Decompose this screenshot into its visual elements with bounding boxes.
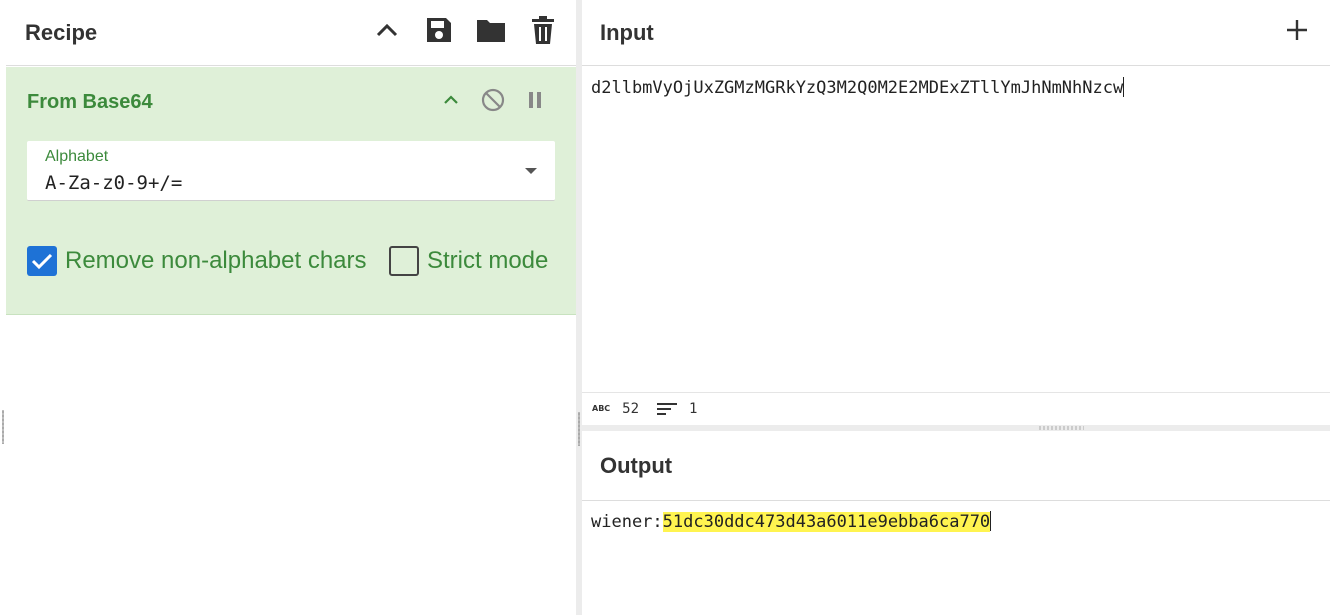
output-pane: Output wiener:51dc30ddc473d43a6011e9ebba… <box>582 431 1330 615</box>
operation-controls <box>438 87 548 113</box>
output-header: Output <box>582 431 1330 501</box>
output-text-area[interactable]: wiener:51dc30ddc473d43a6011e9ebba6ca770 <box>591 511 992 532</box>
character-count-icon: ABC <box>592 404 611 413</box>
alphabet-value: A-Za-z0-9+/= <box>45 172 183 194</box>
recipe-toolbar <box>372 14 558 46</box>
remove-non-alphabet-label: Remove non-alphabet chars <box>65 247 367 274</box>
input-lines-value: 1 <box>689 400 698 417</box>
output-prefix: wiener: <box>591 512 663 532</box>
input-title: Input <box>600 19 654 45</box>
text-caret <box>1123 77 1125 97</box>
output-highlighted-text: 51dc30ddc473d43a6011e9ebba6ca770 <box>662 512 991 532</box>
input-pane: Input d2llbmVyOjUxZGMzMGRkYzQ3M2Q0M2E2MD… <box>582 0 1330 428</box>
input-text: d2llbmVyOjUxZGMzMGRkYzQ3M2Q0M2E2MDExZTll… <box>591 78 1124 98</box>
input-length-stat: ABC 52 <box>592 401 639 417</box>
operation-title: From Base64 <box>27 91 153 113</box>
recipe-header: Recipe <box>6 0 576 66</box>
alphabet-label: Alphabet <box>45 148 109 165</box>
recipe-pane: Recipe From Base64 Alphabet A-Za-z0-9+/=… <box>6 0 576 615</box>
alphabet-dropdown[interactable]: Alphabet A-Za-z0-9+/= <box>27 141 555 201</box>
disable-operation-icon[interactable] <box>480 87 506 113</box>
collapse-chevron-up-icon[interactable] <box>372 14 402 46</box>
add-input-tab-plus-icon[interactable] <box>1282 14 1312 46</box>
strict-mode-checkbox[interactable] <box>389 246 419 276</box>
input-status-bar: ABC 52 1 <box>582 392 1330 424</box>
input-textarea[interactable]: d2llbmVyOjUxZGMzMGRkYzQ3M2Q0M2E2MDExZTll… <box>591 77 1125 98</box>
operation-collapse-chevron-up-icon[interactable] <box>438 87 464 113</box>
save-icon[interactable] <box>424 14 454 46</box>
input-length-value: 52 <box>622 400 640 417</box>
trash-icon[interactable] <box>528 14 558 46</box>
folder-icon[interactable] <box>476 14 506 46</box>
line-count-icon <box>657 402 678 415</box>
drag-grip-icon <box>578 412 580 446</box>
output-title: Output <box>600 452 673 478</box>
remove-non-alphabet-option[interactable]: Remove non-alphabet chars <box>27 246 367 276</box>
horizontal-grip-icon <box>1038 426 1084 430</box>
remove-non-alphabet-checkbox[interactable] <box>27 246 57 276</box>
operation-from-base64: From Base64 Alphabet A-Za-z0-9+/= Remove… <box>6 67 576 315</box>
dropdown-caret-icon <box>525 168 537 174</box>
recipe-title: Recipe <box>25 19 98 45</box>
output-caret <box>990 511 992 531</box>
left-edge-grip-icon <box>2 410 4 444</box>
pause-breakpoint-icon[interactable] <box>522 87 548 113</box>
strict-mode-label: Strict mode <box>427 247 549 274</box>
strict-mode-option[interactable]: Strict mode <box>389 246 548 276</box>
input-lines-stat: 1 <box>657 401 697 417</box>
input-header: Input <box>582 0 1330 66</box>
